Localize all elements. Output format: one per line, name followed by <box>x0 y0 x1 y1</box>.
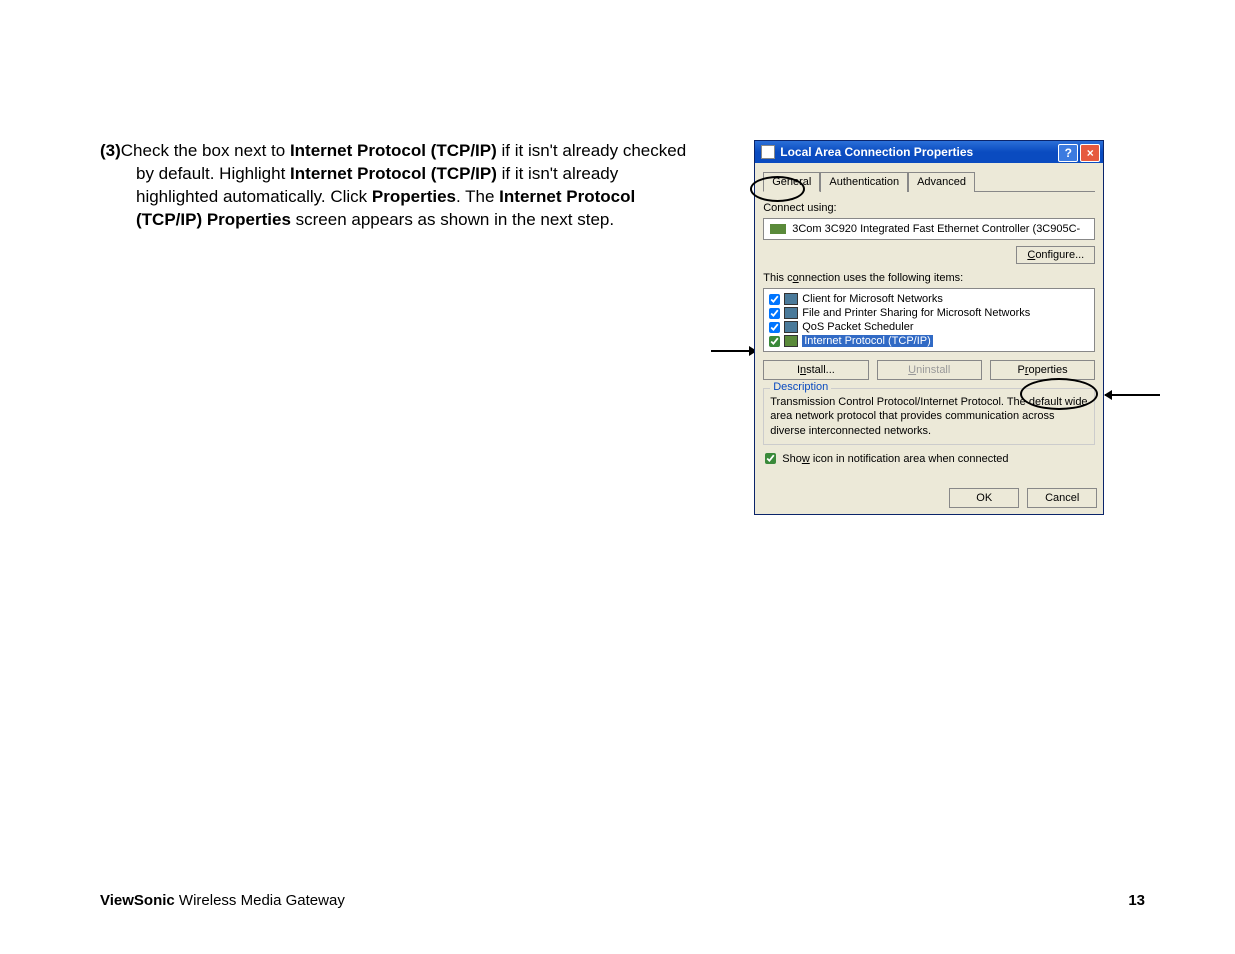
properties-dialog: Local Area Connection Properties ? × Gen… <box>754 140 1104 515</box>
share-icon <box>784 307 798 319</box>
connect-using-label: Connect using: <box>763 202 1095 214</box>
show-icon-label: Show icon in notification area when conn… <box>782 453 1008 465</box>
step-number: (3) <box>100 141 121 160</box>
dialog-title: Local Area Connection Properties <box>780 145 973 159</box>
connection-items-list[interactable]: Client for Microsoft Networks File and P… <box>763 288 1095 352</box>
qos-icon <box>784 321 798 333</box>
dialog-titlebar[interactable]: Local Area Connection Properties ? × <box>755 141 1103 163</box>
highlight-oval-general-tab <box>750 176 805 202</box>
cancel-button[interactable]: Cancel <box>1027 488 1097 508</box>
list-item[interactable]: Client for Microsoft Networks <box>767 292 1091 306</box>
page-number: 13 <box>1128 892 1145 909</box>
footer-product: Wireless Media Gateway <box>175 892 345 909</box>
list-item[interactable]: QoS Packet Scheduler <box>767 320 1091 334</box>
item-checkbox[interactable] <box>769 294 780 305</box>
list-item[interactable]: File and Printer Sharing for Microsoft N… <box>767 306 1091 320</box>
item-checkbox[interactable] <box>769 308 780 319</box>
instruction-text: (3)Check the box next to Internet Protoc… <box>100 140 694 232</box>
adapter-icon <box>770 224 786 234</box>
properties-button[interactable]: Properties <box>990 360 1095 380</box>
item-checkbox[interactable] <box>769 336 780 347</box>
page-footer: ViewSonic Wireless Media Gateway 13 <box>100 892 1145 909</box>
client-icon <box>784 293 798 305</box>
description-label: Description <box>770 381 831 393</box>
arrow-to-properties-btn <box>1105 394 1160 396</box>
uninstall-button: Uninstall <box>877 360 982 380</box>
network-adapter-box: 3Com 3C920 Integrated Fast Ethernet Cont… <box>763 218 1095 240</box>
protocol-icon <box>784 335 798 347</box>
install-button[interactable]: Install... <box>763 360 868 380</box>
item-checkbox[interactable] <box>769 322 780 333</box>
ok-button[interactable]: OK <box>949 488 1019 508</box>
connection-items-label: This connection uses the following items… <box>763 272 1095 284</box>
tab-authentication[interactable]: Authentication <box>820 172 908 192</box>
show-icon-checkbox[interactable] <box>765 453 776 464</box>
help-button[interactable]: ? <box>1058 144 1078 162</box>
dialog-screenshot: Local Area Connection Properties ? × Gen… <box>724 140 1160 232</box>
arrow-to-tcpip-item <box>711 350 756 352</box>
connection-icon <box>761 145 775 159</box>
tab-bar: General Authentication Advanced <box>763 171 1095 192</box>
highlight-oval-properties-btn <box>1020 378 1098 410</box>
configure-button[interactable]: Configure... <box>1016 246 1095 264</box>
adapter-name: 3Com 3C920 Integrated Fast Ethernet Cont… <box>792 223 1080 235</box>
footer-brand: ViewSonic <box>100 892 175 909</box>
close-button[interactable]: × <box>1080 144 1100 162</box>
list-item-tcpip[interactable]: Internet Protocol (TCP/IP) <box>767 334 1091 348</box>
tab-advanced[interactable]: Advanced <box>908 172 975 192</box>
